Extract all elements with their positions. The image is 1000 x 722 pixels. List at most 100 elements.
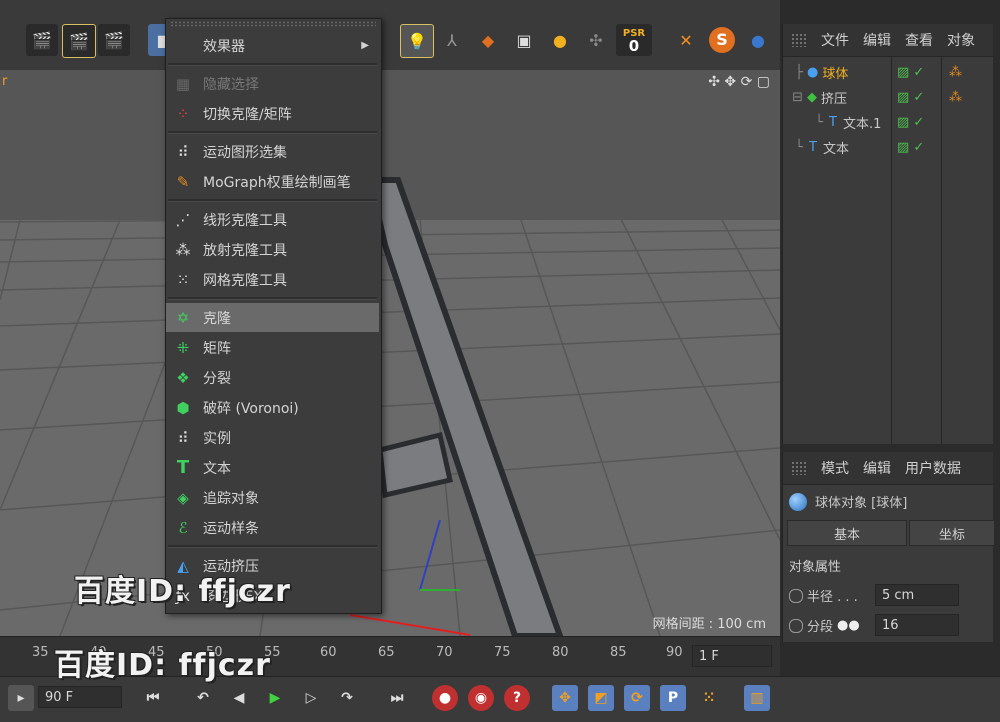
previous-frame-icon[interactable]: ◀ (226, 685, 252, 711)
menu-separator (168, 131, 377, 134)
object-row-extrude[interactable]: ⊟ ◆ 挤压 ▨ ✓ ⁂ (783, 85, 993, 110)
radio-icon[interactable] (789, 588, 803, 603)
next-key-icon[interactable]: ↷ (334, 685, 360, 711)
menu-item-matrix[interactable]: ⁜ 矩阵 (166, 333, 379, 362)
viewport-nav-icons[interactable]: ✣ ✥ ⟳ ▢ (708, 74, 770, 90)
menu-object[interactable]: 对象 (947, 30, 975, 50)
menu-item-label: 运动样条 (203, 520, 259, 537)
linear-clone-icon: ⋰ (175, 210, 191, 229)
menu-item-linear-clone[interactable]: ⋰ 线形克隆工具 (166, 205, 379, 234)
render-settings-icon[interactable]: 🎬 (98, 24, 130, 56)
visibility-check-icon[interactable]: ▨ ✓ (897, 115, 924, 130)
menu-grip[interactable] (170, 21, 376, 27)
menu-item-mograph-selection[interactable]: ⠾ 运动图形选集 (166, 137, 379, 166)
menu-file[interactable]: 文件 (821, 30, 849, 50)
xyz-icon[interactable]: ● (544, 24, 576, 56)
watermark: 百度ID: ffjczr (54, 648, 271, 683)
object-name: 文本 (822, 142, 849, 157)
go-to-end-icon[interactable]: ⏭ (384, 685, 410, 711)
grip-icon[interactable] (791, 33, 807, 47)
viewport-grid (0, 70, 780, 636)
menu-separator (168, 545, 377, 548)
object-row-sphere[interactable]: ├ ● 球体 ▨ ✓ ⁂ (783, 60, 993, 85)
tag-icon[interactable]: ⁂ (949, 90, 962, 105)
menu-item-tracer[interactable]: ◈ 追踪对象 (166, 483, 379, 512)
previous-key-icon[interactable]: ↶ (190, 685, 216, 711)
help-icon[interactable]: ? (504, 685, 530, 711)
object-row-text[interactable]: └ T 文本 ▨ ✓ (783, 135, 993, 160)
move-key-icon[interactable]: ✥ (552, 685, 578, 711)
visibility-check-icon[interactable]: ▨ ✓ (897, 140, 924, 155)
param-key-icon[interactable]: P (660, 685, 686, 711)
go-to-start-icon[interactable]: ⏮ (140, 685, 166, 711)
auto-key-icon[interactable]: ◉ (468, 685, 494, 711)
menu-item-instance[interactable]: ⠾ 实例 (166, 423, 379, 452)
menu-item-mospline[interactable]: ℰ 运动样条 (166, 513, 379, 542)
tree-expand-icon[interactable]: ⊟ (783, 90, 803, 105)
segments-input[interactable]: 16 (875, 614, 959, 636)
psr-icon[interactable]: PSR 0 (616, 24, 652, 56)
timeline-tick: 60 (320, 645, 337, 660)
texture-icon[interactable]: ▣ (508, 24, 540, 56)
object-row-text1[interactable]: └ T 文本.1 ▨ ✓ (783, 110, 993, 135)
play-mode-icon[interactable]: ▸ (8, 685, 34, 711)
snap-icon[interactable]: ✣ (580, 24, 612, 56)
object-manager: 文件 编辑 查看 对象 ├ ● 球体 ▨ ✓ ⁂ ⊟ ◆ 挤压 ▨ ✓ ⁂ └ … (782, 24, 993, 444)
radio-icon[interactable] (789, 618, 803, 633)
menu-item-label: 切换克隆/矩阵 (203, 106, 292, 123)
watermark: 百度ID: ffjczr (74, 574, 291, 609)
rotate-key-icon[interactable]: ⟳ (624, 685, 650, 711)
object-axis-icon[interactable]: ◆ (472, 24, 504, 56)
render-view-icon[interactable]: 🎬 (26, 24, 58, 56)
visibility-check-icon[interactable]: ▨ ✓ (897, 65, 924, 80)
record-icon[interactable]: ● (432, 685, 458, 711)
3d-viewport[interactable]: r ✣ ✥ ⟳ ▢ 网格间距 : 100 cm (0, 70, 780, 636)
play-icon[interactable]: ▶ (262, 685, 288, 711)
menu-item-label: 矩阵 (203, 340, 231, 357)
menu-item-radial-clone[interactable]: ⁂ 放射克隆工具 (166, 235, 379, 264)
tag-icon[interactable]: ⁂ (949, 65, 962, 80)
menu-item-cloner[interactable]: ✡ 克隆 (166, 303, 379, 332)
current-frame-field[interactable]: 1 F (692, 645, 772, 667)
sphere-icon: ● (807, 65, 819, 80)
segments-icon: ●● (837, 618, 860, 633)
menu-view[interactable]: 查看 (905, 30, 933, 50)
menu-item-label: MoGraph权重绘制画笔 (203, 174, 351, 191)
workplane-icon[interactable]: ✕ (670, 24, 702, 56)
radius-input[interactable]: 5 cm (875, 584, 959, 606)
character-icon[interactable]: ⅄ (436, 24, 468, 56)
menu-edit[interactable]: 编辑 (863, 458, 891, 478)
menu-item-label: 放射克隆工具 (203, 242, 287, 259)
menu-item-label: 文本 (203, 460, 231, 477)
menu-edit[interactable]: 编辑 (863, 30, 891, 50)
next-frame-icon[interactable]: ▷ (298, 685, 324, 711)
visibility-check-icon[interactable]: ▨ ✓ (897, 90, 924, 105)
timeline-icon[interactable]: ▥ (744, 685, 770, 711)
menu-mode[interactable]: 模式 (821, 458, 849, 478)
menu-item-grid-clone[interactable]: ⁙ 网格克隆工具 (166, 265, 379, 294)
instance-icon: ⠾ (177, 428, 189, 447)
timeline-tick: 65 (378, 645, 395, 660)
light-icon[interactable]: 💡 (400, 24, 434, 58)
end-frame-field[interactable]: 90 F (38, 686, 122, 708)
point-level-icon[interactable]: ⁙ (696, 685, 722, 711)
menu-item-weight-brush[interactable]: ✎ MoGraph权重绘制画笔 (166, 167, 379, 196)
grip-icon[interactable] (791, 461, 807, 475)
script-icon[interactable]: S (706, 24, 738, 56)
menu-item-effectors[interactable]: 效果器 ▶ (166, 31, 379, 60)
tab-basic[interactable]: 基本 (787, 520, 907, 546)
menu-item-voronoi[interactable]: ⬢ 破碎 (Voronoi) (166, 393, 379, 422)
menu-user-data[interactable]: 用户数据 (905, 458, 961, 478)
molecule-icon[interactable]: ● (742, 24, 774, 56)
menu-item-fracture[interactable]: ❖ 分裂 (166, 363, 379, 392)
object-title: 球体对象 [球体] (815, 496, 908, 511)
menu-item-toggle-clone[interactable]: ⁘ 切换克隆/矩阵 (166, 99, 379, 128)
menu-item-text[interactable]: T 文本 (166, 453, 379, 482)
menu-item-hide-selection[interactable]: ▦ 隐藏选择 (166, 69, 379, 98)
extrude-icon: ◆ (807, 90, 817, 105)
tree-line-icon: └ (815, 115, 823, 130)
scale-key-icon[interactable]: ◩ (588, 685, 614, 711)
menu-separator (168, 63, 377, 66)
tab-coordinates[interactable]: 坐标 (909, 520, 995, 546)
render-picture-viewer-icon[interactable]: 🎬 (62, 24, 96, 58)
